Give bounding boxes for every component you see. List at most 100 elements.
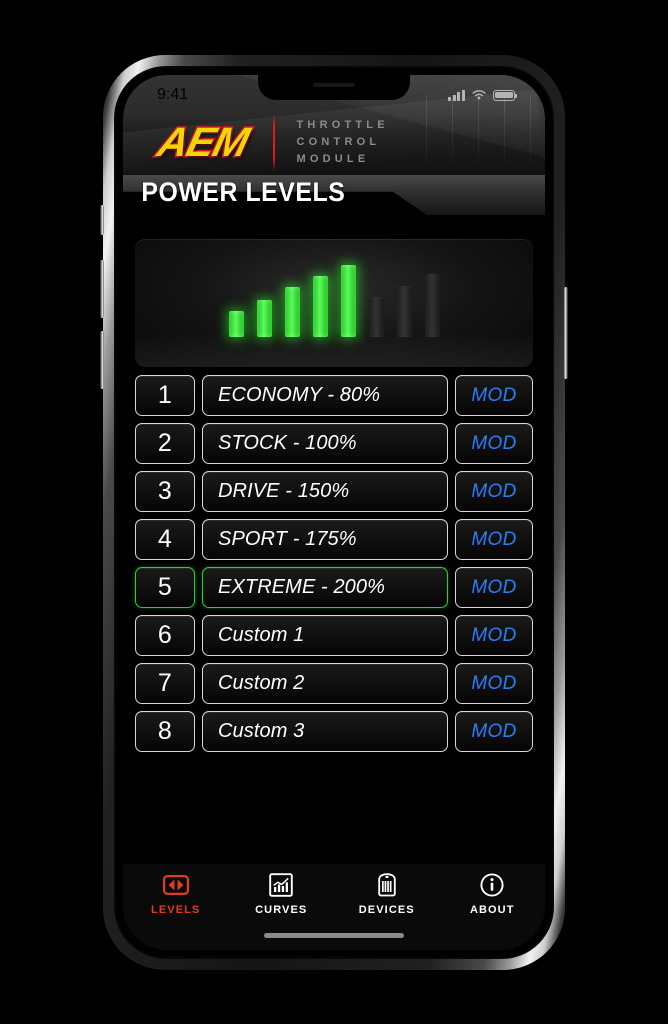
level-mod-button-3[interactable]: MOD: [455, 471, 533, 512]
level-number-button-5[interactable]: 5: [135, 567, 195, 608]
power-level-meter: [135, 239, 533, 367]
level-mod-button-6[interactable]: MOD: [455, 615, 533, 656]
level-name-button-5[interactable]: EXTREME - 200%: [202, 567, 448, 608]
aem-logo-text: AEM: [152, 117, 255, 166]
level-number-label: 6: [157, 621, 173, 649]
level-name-label: Custom 1: [218, 624, 305, 646]
level-name-label: STOCK - 100%: [218, 432, 357, 454]
module-device-icon: [374, 873, 400, 897]
header-subtitle-line-3: MODULE: [296, 152, 370, 165]
level-name-label: SPORT - 175%: [218, 528, 357, 550]
tab-devices[interactable]: DEVICES: [334, 873, 440, 916]
level-number-label: 3: [157, 477, 173, 505]
level-row: 6 Custom 1 MOD: [135, 615, 533, 656]
level-name-button-1[interactable]: ECONOMY - 80%: [202, 375, 448, 416]
header-subtitle: THROTTLE CONTROL MODULE: [297, 117, 389, 168]
status-icons: [448, 89, 518, 101]
level-number-label: 5: [157, 573, 173, 601]
tab-label: DEVICES: [358, 904, 415, 916]
level-row: 8 Custom 3 MOD: [135, 711, 533, 752]
tab-label: ABOUT: [469, 904, 515, 916]
meter-bar-7: [396, 286, 412, 337]
meter-bar-1: [228, 311, 244, 337]
earpiece-speaker: [313, 83, 355, 87]
power-levels-list: 1 ECONOMY - 80% MOD 2 STOCK - 100% MOD 3 DRIVE …: [123, 367, 545, 752]
app-screen: 9:41 AEM THROTTLE CONTROL MODULE POWER L…: [123, 75, 545, 950]
aem-logo: AEM: [152, 117, 255, 166]
level-number-label: 4: [157, 525, 173, 553]
mute-switch-button[interactable]: [100, 205, 104, 235]
level-number-button-3[interactable]: 3: [135, 471, 195, 512]
header-subtitle-line-1: THROTTLE: [296, 118, 389, 131]
level-name-button-6[interactable]: Custom 1: [202, 615, 448, 656]
tab-levels[interactable]: LEVELS: [123, 873, 229, 916]
level-mod-button-1[interactable]: MOD: [455, 375, 533, 416]
level-row: 5 EXTREME - 200% MOD: [135, 567, 533, 608]
level-name-button-7[interactable]: Custom 2: [202, 663, 448, 704]
tab-label: CURVES: [255, 904, 308, 916]
volume-down-button[interactable]: [100, 331, 104, 389]
level-number-button-4[interactable]: 4: [135, 519, 195, 560]
level-name-button-4[interactable]: SPORT - 175%: [202, 519, 448, 560]
level-number-button-6[interactable]: 6: [135, 615, 195, 656]
level-name-label: DRIVE - 150%: [218, 480, 350, 502]
level-name-label: Custom 2: [218, 672, 305, 694]
level-number-button-1[interactable]: 1: [135, 375, 195, 416]
level-row: 1 ECONOMY - 80% MOD: [135, 375, 533, 416]
level-name-button-8[interactable]: Custom 3: [202, 711, 448, 752]
cellular-signal-icon: [448, 89, 465, 101]
meter-bar-8: [424, 274, 440, 337]
level-mod-button-4[interactable]: MOD: [455, 519, 533, 560]
level-mod-label: MOD: [471, 432, 517, 454]
phone-frame: 9:41 AEM THROTTLE CONTROL MODULE POWER L…: [100, 55, 568, 970]
power-button[interactable]: [564, 287, 568, 379]
level-name-label: EXTREME - 200%: [218, 576, 386, 598]
screen-bezel: 9:41 AEM THROTTLE CONTROL MODULE POWER L…: [114, 66, 554, 959]
level-mod-label: MOD: [471, 384, 517, 406]
title-bar: POWER LEVELS: [123, 175, 545, 231]
level-row: 2 STOCK - 100% MOD: [135, 423, 533, 464]
info-circle-icon: [479, 873, 505, 897]
level-mod-label: MOD: [471, 720, 517, 742]
home-indicator: [264, 933, 404, 938]
level-number-label: 8: [157, 717, 173, 745]
header-subtitle-line-2: CONTROL: [296, 135, 381, 148]
status-time: 9:41: [157, 86, 189, 103]
level-mod-label: MOD: [471, 624, 517, 646]
level-number-button-2[interactable]: 2: [135, 423, 195, 464]
level-number-label: 2: [157, 429, 173, 457]
level-number-label: 7: [157, 669, 173, 697]
levels-arrows-icon: [162, 873, 189, 897]
level-name-label: Custom 3: [218, 720, 305, 742]
level-row: 7 Custom 2 MOD: [135, 663, 533, 704]
level-name-button-2[interactable]: STOCK - 100%: [202, 423, 448, 464]
volume-up-button[interactable]: [100, 260, 104, 318]
level-mod-label: MOD: [471, 528, 517, 550]
page-title: POWER LEVELS: [141, 177, 346, 207]
tab-about[interactable]: ABOUT: [440, 873, 546, 916]
meter-bar-5: [340, 265, 356, 337]
level-number-button-8[interactable]: 8: [135, 711, 195, 752]
level-row: 4 SPORT - 175% MOD: [135, 519, 533, 560]
level-mod-label: MOD: [471, 480, 517, 502]
level-mod-label: MOD: [471, 672, 517, 694]
meter-bar-4: [312, 276, 328, 337]
level-number-label: 1: [157, 381, 173, 409]
chart-curve-icon: [268, 873, 294, 897]
level-name-label: ECONOMY - 80%: [218, 384, 381, 406]
header-divider: [273, 113, 275, 171]
level-mod-button-7[interactable]: MOD: [455, 663, 533, 704]
battery-icon: [493, 89, 518, 101]
level-mod-label: MOD: [471, 576, 517, 598]
tab-curves[interactable]: CURVES: [229, 873, 335, 916]
level-mod-button-8[interactable]: MOD: [455, 711, 533, 752]
level-mod-button-5[interactable]: MOD: [455, 567, 533, 608]
level-row: 3 DRIVE - 150% MOD: [135, 471, 533, 512]
level-mod-button-2[interactable]: MOD: [455, 423, 533, 464]
level-number-button-7[interactable]: 7: [135, 663, 195, 704]
level-name-button-3[interactable]: DRIVE - 150%: [202, 471, 448, 512]
wifi-icon: [472, 90, 486, 100]
meter-bar-6: [368, 297, 384, 337]
meter-bar-2: [256, 300, 272, 337]
tab-label: LEVELS: [151, 904, 201, 916]
